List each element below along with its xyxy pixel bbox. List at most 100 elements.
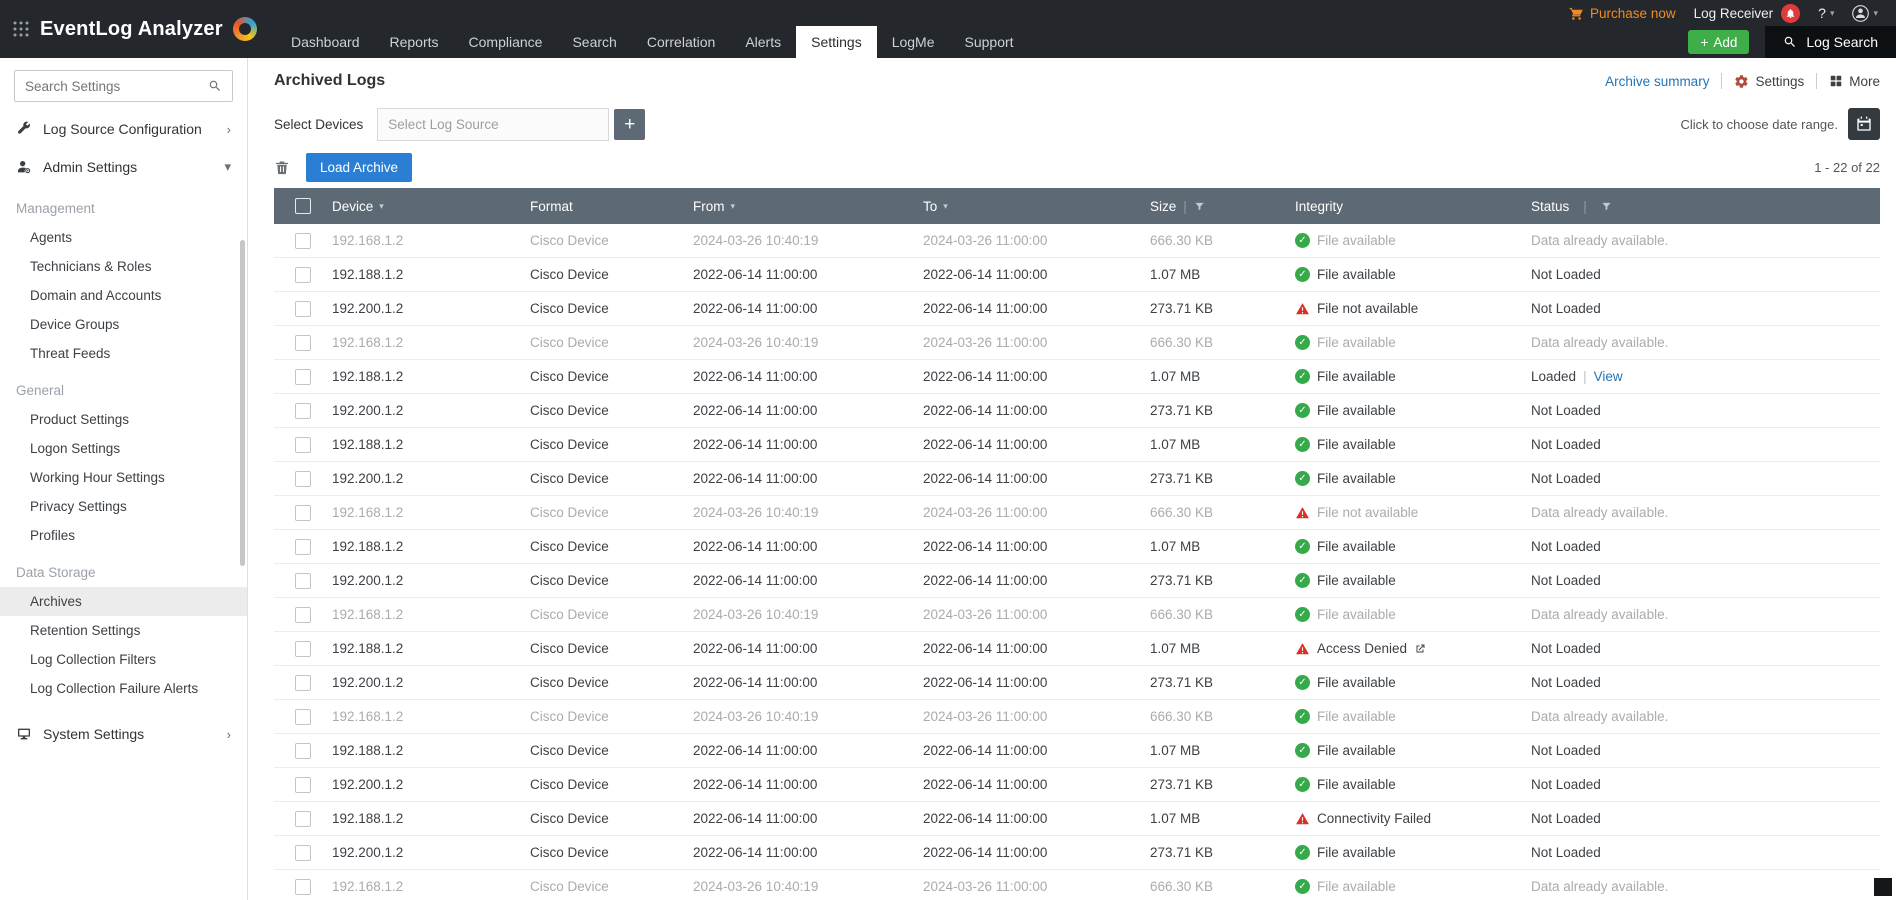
help-menu[interactable]: ? ▾ bbox=[1818, 5, 1834, 21]
apps-grid-icon[interactable] bbox=[12, 20, 30, 38]
more-menu[interactable]: More bbox=[1829, 74, 1880, 89]
row-checkbox[interactable] bbox=[295, 743, 311, 759]
column-header-device[interactable]: Device ▾ bbox=[332, 199, 530, 214]
sidebar-item-technicians-roles[interactable]: Technicians & Roles bbox=[0, 252, 247, 281]
row-checkbox[interactable] bbox=[295, 267, 311, 283]
integrity-ok-icon: ✓ bbox=[1295, 777, 1310, 792]
nav-tab-correlation[interactable]: Correlation bbox=[632, 26, 730, 58]
search-icon[interactable] bbox=[208, 79, 222, 93]
row-checkbox[interactable] bbox=[295, 879, 311, 895]
table-row: 192.200.1.2Cisco Device2022-06-14 11:00:… bbox=[274, 564, 1880, 598]
nav-tab-dashboard[interactable]: Dashboard bbox=[276, 26, 375, 58]
nav-tab-alerts[interactable]: Alerts bbox=[730, 26, 796, 58]
sidebar-item-working-hour-settings[interactable]: Working Hour Settings bbox=[0, 463, 247, 492]
column-header-integrity[interactable]: Integrity bbox=[1295, 199, 1531, 214]
sidebar-item-admin-settings[interactable]: Admin Settings ▾ bbox=[0, 148, 247, 186]
nav-tab-search[interactable]: Search bbox=[557, 26, 631, 58]
archive-summary-link[interactable]: Archive summary bbox=[1605, 74, 1709, 89]
filter-icon[interactable] bbox=[1601, 201, 1612, 212]
sidebar-item-domain-and-accounts[interactable]: Domain and Accounts bbox=[0, 281, 247, 310]
row-checkbox[interactable] bbox=[295, 641, 311, 657]
row-checkbox[interactable] bbox=[295, 607, 311, 623]
external-link-icon[interactable] bbox=[1414, 643, 1426, 655]
sidebar-item-device-groups[interactable]: Device Groups bbox=[0, 310, 247, 339]
format-cell: Cisco Device bbox=[530, 607, 693, 622]
to-cell: 2024-03-26 11:00:00 bbox=[923, 505, 1150, 520]
row-checkbox[interactable] bbox=[295, 301, 311, 317]
sidebar-item-system-settings[interactable]: System Settings › bbox=[0, 715, 247, 753]
to-cell: 2022-06-14 11:00:00 bbox=[923, 301, 1150, 316]
user-menu[interactable]: ▾ bbox=[1852, 5, 1878, 22]
notification-badge[interactable] bbox=[1781, 4, 1800, 23]
status-cell: Not Loaded bbox=[1531, 573, 1880, 588]
device-cell: 192.188.1.2 bbox=[332, 267, 530, 282]
sidebar-item-log-collection-filters[interactable]: Log Collection Filters bbox=[0, 645, 247, 674]
row-checkbox-cell bbox=[274, 845, 332, 861]
settings-link[interactable]: Settings bbox=[1734, 74, 1804, 89]
from-cell: 2022-06-14 11:00:00 bbox=[693, 777, 923, 792]
column-label-from: From bbox=[693, 199, 725, 214]
row-checkbox[interactable] bbox=[295, 471, 311, 487]
delete-button[interactable] bbox=[274, 159, 290, 176]
sidebar-scrollbar[interactable] bbox=[240, 240, 245, 566]
sidebar-item-log-collection-failure-alerts[interactable]: Log Collection Failure Alerts bbox=[0, 674, 247, 703]
nav-tab-settings[interactable]: Settings bbox=[796, 26, 877, 58]
row-checkbox[interactable] bbox=[295, 811, 311, 827]
size-cell: 1.07 MB bbox=[1150, 539, 1295, 554]
row-checkbox[interactable] bbox=[295, 437, 311, 453]
row-checkbox[interactable] bbox=[295, 675, 311, 691]
row-checkbox[interactable] bbox=[295, 335, 311, 351]
settings-search-input[interactable] bbox=[25, 79, 208, 94]
nav-tab-support[interactable]: Support bbox=[950, 26, 1029, 58]
sidebar-item-log-source-configuration[interactable]: Log Source Configuration › bbox=[0, 110, 247, 148]
column-header-to[interactable]: To ▾ bbox=[923, 199, 1150, 214]
row-checkbox[interactable] bbox=[295, 369, 311, 385]
row-checkbox[interactable] bbox=[295, 505, 311, 521]
device-cell: 192.200.1.2 bbox=[332, 573, 530, 588]
row-checkbox[interactable] bbox=[295, 777, 311, 793]
sidebar-item-archives[interactable]: Archives bbox=[0, 587, 247, 616]
add-device-button[interactable]: + bbox=[614, 109, 645, 140]
sort-desc-icon[interactable]: ▾ bbox=[379, 201, 384, 212]
integrity-label: File available bbox=[1317, 675, 1396, 690]
purchase-now-link[interactable]: Purchase now bbox=[1569, 6, 1676, 21]
nav-tab-logme[interactable]: LogMe bbox=[877, 26, 950, 58]
sort-desc-icon[interactable]: ▾ bbox=[943, 201, 948, 212]
sidebar-item-profiles[interactable]: Profiles bbox=[0, 521, 247, 550]
add-button[interactable]: + Add bbox=[1688, 30, 1749, 54]
load-archive-button[interactable]: Load Archive bbox=[306, 153, 412, 182]
sort-desc-icon[interactable]: ▾ bbox=[731, 201, 736, 212]
row-checkbox[interactable] bbox=[295, 539, 311, 555]
sidebar-item-product-settings[interactable]: Product Settings bbox=[0, 405, 247, 434]
scroll-corner[interactable] bbox=[1874, 878, 1892, 896]
sidebar-item-logon-settings[interactable]: Logon Settings bbox=[0, 434, 247, 463]
row-checkbox[interactable] bbox=[295, 403, 311, 419]
user-icon bbox=[1852, 5, 1869, 22]
select-all-checkbox[interactable] bbox=[295, 198, 311, 214]
sidebar-item-agents[interactable]: Agents bbox=[0, 223, 247, 252]
column-header-from[interactable]: From ▾ bbox=[693, 199, 923, 214]
integrity-label: File available bbox=[1317, 267, 1396, 282]
row-checkbox[interactable] bbox=[295, 233, 311, 249]
column-header-format[interactable]: Format bbox=[530, 199, 693, 214]
format-cell: Cisco Device bbox=[530, 335, 693, 350]
calendar-button[interactable] bbox=[1848, 108, 1880, 140]
filter-icon[interactable] bbox=[1194, 201, 1205, 212]
view-link[interactable]: View bbox=[1594, 369, 1623, 384]
log-search-button[interactable]: Log Search bbox=[1765, 26, 1896, 58]
log-source-input[interactable] bbox=[377, 108, 609, 141]
column-header-size[interactable]: Size | bbox=[1150, 199, 1295, 214]
status-cell: Not Loaded bbox=[1531, 301, 1880, 316]
size-cell: 666.30 KB bbox=[1150, 709, 1295, 724]
row-checkbox[interactable] bbox=[295, 845, 311, 861]
nav-tab-reports[interactable]: Reports bbox=[375, 26, 454, 58]
integrity-cell: ✓File available bbox=[1295, 845, 1531, 860]
nav-tab-compliance[interactable]: Compliance bbox=[454, 26, 558, 58]
row-checkbox[interactable] bbox=[295, 709, 311, 725]
sidebar-item-threat-feeds[interactable]: Threat Feeds bbox=[0, 339, 247, 368]
log-receiver-link[interactable]: Log Receiver bbox=[1694, 4, 1801, 23]
row-checkbox[interactable] bbox=[295, 573, 311, 589]
column-header-status[interactable]: Status | bbox=[1531, 199, 1880, 214]
sidebar-item-retention-settings[interactable]: Retention Settings bbox=[0, 616, 247, 645]
sidebar-item-privacy-settings[interactable]: Privacy Settings bbox=[0, 492, 247, 521]
